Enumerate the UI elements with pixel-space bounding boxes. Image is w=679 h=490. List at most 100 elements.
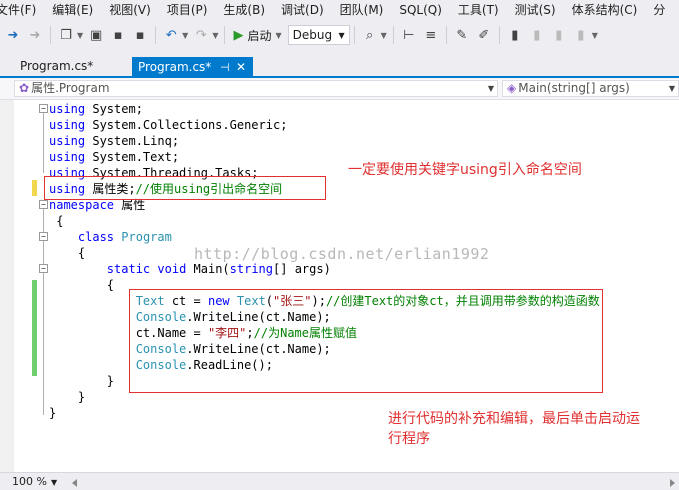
- next-bookmark-icon[interactable]: ▮: [550, 26, 568, 44]
- chevron-down-icon[interactable]: ▼: [381, 31, 387, 40]
- type-dropdown[interactable]: ✿ 属性.Program ▼: [14, 80, 498, 97]
- tab-program-cs-active[interactable]: Program.cs* ⊣ ✕: [132, 57, 253, 78]
- code-line[interactable]: using System.Linq;: [49, 133, 179, 149]
- tree-icon[interactable]: ⊢: [400, 26, 418, 44]
- chevron-down-icon[interactable]: ▼: [275, 31, 281, 40]
- start-label: 启动: [247, 28, 272, 43]
- code-line[interactable]: }: [49, 373, 114, 389]
- menu-item[interactable]: 编辑(E): [44, 0, 101, 20]
- code-line[interactable]: }: [49, 405, 56, 421]
- menu-item[interactable]: SQL(Q): [391, 0, 450, 20]
- code-token: System;: [85, 102, 143, 116]
- chevron-down-icon: ▼: [668, 84, 675, 93]
- prev-bookmark-icon[interactable]: ▮: [528, 26, 546, 44]
- code-token: {: [49, 278, 115, 292]
- config-value: Debug: [292, 28, 333, 42]
- code-token: System.Linq;: [85, 134, 180, 148]
- code-token: class: [77, 230, 115, 244]
- open-icon[interactable]: ▣: [87, 26, 105, 44]
- clear-bookmark-icon[interactable]: ▮: [572, 26, 590, 44]
- chevron-down-icon[interactable]: ▼: [592, 31, 598, 40]
- menu-item[interactable]: 分: [645, 0, 673, 20]
- horizontal-scrollbar[interactable]: [70, 477, 679, 487]
- scroll-left-icon: [72, 479, 77, 487]
- close-icon[interactable]: ✕: [236, 57, 246, 78]
- menu-item[interactable]: 工具(T): [450, 0, 507, 20]
- tab-label: Program.cs*: [20, 59, 94, 73]
- chevron-down-icon[interactable]: ▼: [212, 31, 218, 40]
- menu-item[interactable]: 视图(V): [101, 0, 159, 20]
- toolbar-separator: [155, 26, 157, 44]
- undo-icon[interactable]: ↶: [162, 26, 180, 44]
- scroll-right-icon: [670, 479, 675, 487]
- code-line[interactable]: {: [49, 277, 114, 293]
- navigation-bar: ✿ 属性.Program ▼ ◈ Main(string[] args) ▼: [0, 78, 679, 100]
- annotation-edit-line1: 进行代码的补充和编辑，最后单击启动运: [388, 411, 640, 427]
- code-token: Program: [121, 230, 172, 244]
- member-dropdown[interactable]: ◈ Main(string[] args) ▼: [502, 80, 679, 97]
- chevron-down-icon[interactable]: ▼: [77, 31, 83, 40]
- find-icon[interactable]: ⌕: [361, 26, 379, 44]
- menu-item[interactable]: 调试(D): [273, 0, 332, 20]
- code-editor[interactable]: − − − − using System; using System.Collec…: [0, 100, 679, 472]
- code-token: }: [49, 374, 115, 388]
- watermark: http://blog.csdn.net/erlian1992: [194, 245, 490, 263]
- uncomment-icon[interactable]: ✐: [475, 26, 493, 44]
- menu-item[interactable]: 团队(M): [332, 0, 392, 20]
- code-token: System.Collections.Generic;: [85, 118, 288, 132]
- solution-config-select[interactable]: Debug ▼: [287, 25, 350, 45]
- code-line[interactable]: using System.Collections.Generic;: [49, 117, 287, 133]
- toolbar-separator: [224, 26, 226, 44]
- chevron-down-icon: ▼: [487, 84, 494, 93]
- format-icon[interactable]: ≡: [422, 26, 440, 44]
- code-line[interactable]: {: [49, 213, 63, 229]
- new-project-icon[interactable]: ❐: [57, 26, 75, 44]
- code-token: [] args): [273, 262, 331, 276]
- tab-program-cs[interactable]: Program.cs*: [14, 57, 99, 76]
- menu-item[interactable]: 文件(F): [0, 0, 44, 20]
- comment-icon[interactable]: ✎: [453, 26, 471, 44]
- code-line[interactable]: using System;: [49, 101, 143, 117]
- code-line[interactable]: class Program: [49, 229, 172, 245]
- start-button[interactable]: ▶ 启动: [229, 24, 275, 46]
- zoom-select[interactable]: 100 % ▼: [12, 475, 68, 489]
- pin-icon[interactable]: ⊣: [220, 57, 230, 78]
- redo-icon[interactable]: ↷: [192, 26, 210, 44]
- code-line[interactable]: {: [49, 245, 85, 261]
- toolbar-separator: [445, 26, 447, 44]
- code-line[interactable]: using System.Text;: [49, 149, 179, 165]
- code-token: Main(: [186, 262, 230, 276]
- bookmark-icon[interactable]: ▮: [506, 26, 524, 44]
- indicator-margin[interactable]: [0, 100, 14, 472]
- chevron-down-icon[interactable]: ▼: [182, 31, 188, 40]
- collapse-icon[interactable]: −: [39, 264, 48, 273]
- toolbar-separator: [50, 26, 51, 44]
- code-line[interactable]: static void Main(string[] args): [49, 261, 331, 277]
- menu-item[interactable]: 项目(P): [159, 0, 216, 20]
- forward-icon[interactable]: ➜: [26, 26, 44, 44]
- change-bar-saved: [32, 280, 37, 376]
- code-line[interactable]: }: [49, 389, 85, 405]
- toolbar-separator: [498, 26, 500, 44]
- collapse-icon[interactable]: −: [39, 104, 48, 113]
- save-icon[interactable]: ▪: [109, 26, 127, 44]
- menu-item[interactable]: 测试(S): [507, 0, 564, 20]
- menu-item[interactable]: 体系结构(C): [564, 0, 646, 20]
- save-all-icon[interactable]: ▪: [131, 26, 149, 44]
- type-dropdown-value: 属性.Program: [31, 81, 110, 95]
- menu-item[interactable]: 生成(B): [215, 0, 273, 20]
- code-token: void: [157, 262, 187, 276]
- chevron-down-icon: ▼: [338, 30, 345, 40]
- collapse-icon[interactable]: −: [39, 232, 48, 241]
- collapse-icon[interactable]: −: [39, 200, 48, 209]
- code-token: 属性: [114, 198, 146, 212]
- back-icon[interactable]: ➜: [4, 26, 22, 44]
- outline-guide: [43, 113, 44, 173]
- class-icon: ✿: [19, 81, 30, 95]
- code-token: using: [49, 150, 86, 164]
